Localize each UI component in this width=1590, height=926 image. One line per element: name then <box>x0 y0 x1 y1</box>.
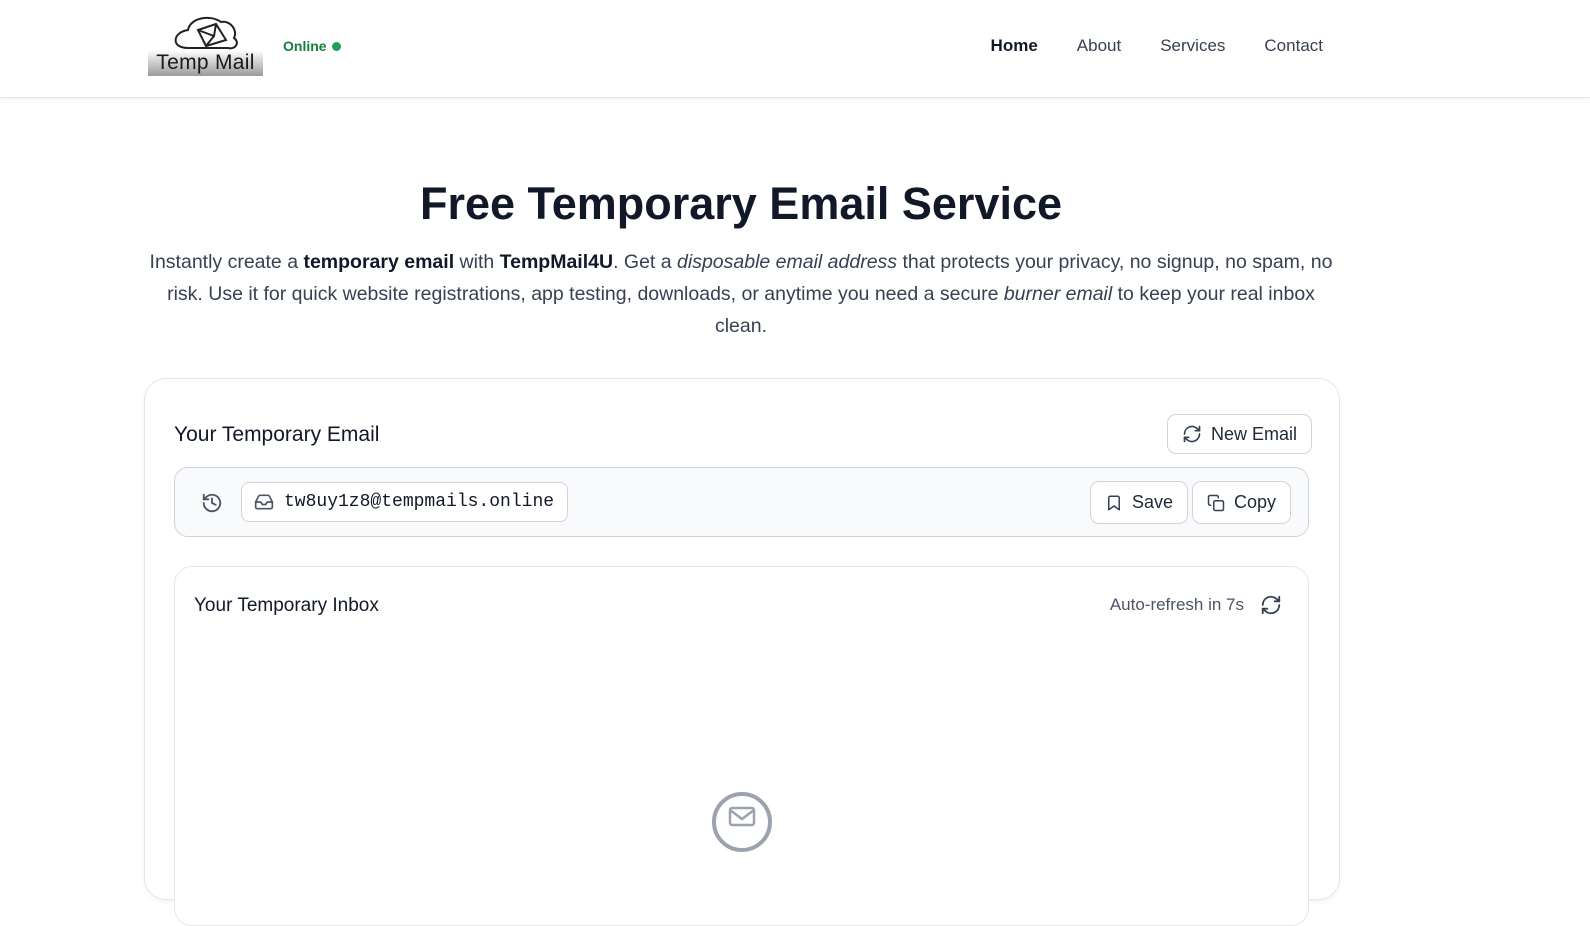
copy-label: Copy <box>1234 492 1277 512</box>
save-button[interactable]: Save <box>1090 481 1189 524</box>
page-title: Free Temporary Email Service <box>420 178 1062 229</box>
save-label: Save <box>1132 492 1174 512</box>
nav-home[interactable]: Home <box>991 36 1038 56</box>
status-label: Online <box>283 38 327 54</box>
email-address-bar: tw8uy1z8@tempmails.online Save Copy <box>174 467 1309 537</box>
hero-desc-segment: with <box>454 251 500 273</box>
envelope-logo-icon <box>174 16 238 50</box>
refresh-icon <box>1183 425 1201 443</box>
refresh-inbox-button[interactable] <box>1260 594 1282 616</box>
copy-icon <box>1207 494 1225 511</box>
nav-contact[interactable]: Contact <box>1264 36 1323 56</box>
email-card-title: Your Temporary Email <box>174 423 380 446</box>
inbox-title: Your Temporary Inbox <box>194 595 379 616</box>
bookmark-icon <box>1108 495 1120 510</box>
hero-desc-segment: . Get a <box>613 251 678 273</box>
logo-text: Temp Mail <box>148 50 263 76</box>
history-icon <box>202 493 222 513</box>
auto-refresh-text: Auto-refresh in 7s <box>1109 595 1244 614</box>
hero-description: Instantly create a temporary email with … <box>146 246 1336 342</box>
refresh-icon <box>1261 595 1281 615</box>
status-dot <box>331 41 341 51</box>
hero-desc-segment: Instantly create a <box>149 251 304 273</box>
email-address-value: tw8uy1z8@tempmails.online <box>284 492 555 512</box>
hero-desc-segment: disposable email address <box>677 251 898 273</box>
main-nav: Home About Services Contact <box>991 36 1323 56</box>
nav-about[interactable]: About <box>1077 36 1121 56</box>
mail-circle-icon <box>712 792 772 852</box>
status-indicator: Online <box>283 38 341 54</box>
inbox-panel: Your Temporary Inbox Auto-refresh in 7s <box>174 566 1309 926</box>
logo[interactable]: Temp Mail <box>148 12 265 78</box>
nav-services[interactable]: Services <box>1160 36 1225 56</box>
inbox-icon <box>254 494 274 510</box>
hero-desc-segment: TempMail4U <box>499 251 614 273</box>
new-email-button[interactable]: New Email <box>1167 414 1313 454</box>
hero-desc-segment: burner email <box>1003 283 1113 305</box>
temp-email-card: Your Temporary Email New Email tw8uy1z8@… <box>144 378 1340 926</box>
email-address-field[interactable]: tw8uy1z8@tempmails.online <box>241 482 568 522</box>
hero-desc-segment: temporary email <box>303 251 455 273</box>
new-email-label: New Email <box>1211 423 1298 444</box>
site-header: Temp Mail Online Home About Services Con… <box>0 0 1590 98</box>
history-button[interactable] <box>201 492 223 514</box>
copy-button[interactable]: Copy <box>1192 481 1292 524</box>
